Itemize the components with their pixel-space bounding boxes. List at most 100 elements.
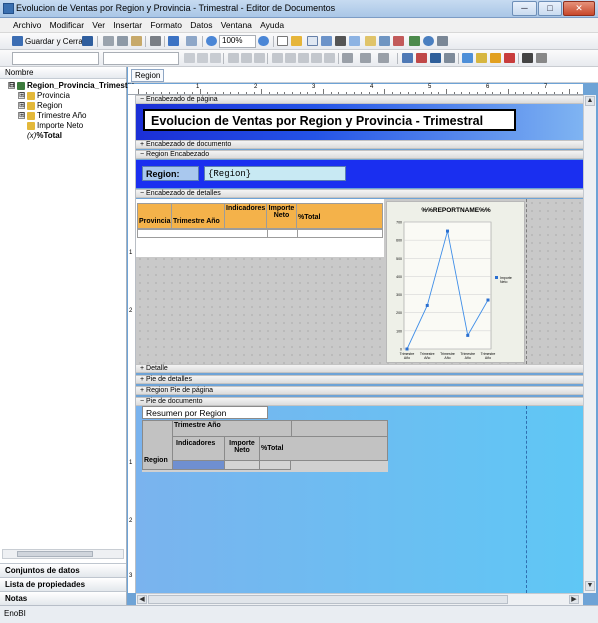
summary-cell[interactable] <box>259 460 291 470</box>
align-grid-icon[interactable] <box>536 53 547 63</box>
hscroll-thumb[interactable] <box>148 595 508 604</box>
tree-item-trimestre[interactable]: ⊞ Trimestre Año <box>18 111 87 121</box>
band-region-header[interactable]: − Region Encabezado <box>136 150 583 159</box>
paste-icon[interactable] <box>131 36 142 46</box>
summary-title[interactable]: Resumen por Region <box>142 406 268 419</box>
header-trimestre[interactable]: Trimestre Año <box>171 203 225 229</box>
copy-icon[interactable] <box>117 36 128 46</box>
pointer-icon[interactable] <box>277 36 288 46</box>
datasets-button[interactable]: Conjuntos de datos <box>0 563 126 577</box>
collapse-icon[interactable]: ⊟ <box>8 82 15 90</box>
currency-icon[interactable] <box>272 53 283 63</box>
header-indicadores[interactable]: Indicadores <box>224 203 267 229</box>
menu-ventana[interactable]: Ventana <box>218 18 255 32</box>
format-painter-icon[interactable] <box>490 53 501 63</box>
minimize-button[interactable]: ─ <box>512 1 537 16</box>
summary-total-header[interactable]: %Total <box>259 436 388 461</box>
report-title[interactable]: Evolucion de Ventas por Region y Provinc… <box>143 109 516 131</box>
crosstab-icon[interactable] <box>379 36 390 46</box>
scroll-right-icon[interactable]: ▶ <box>569 595 579 604</box>
save-close-button[interactable]: Guardar y Cerrar <box>25 37 85 46</box>
menu-datos[interactable]: Datos <box>187 18 215 32</box>
summary-region-header[interactable]: Region <box>142 420 173 470</box>
menu-insertar[interactable]: Insertar <box>110 18 145 32</box>
tree-item-provincia[interactable]: ⊞ Provincia <box>18 91 70 101</box>
align-left-icon[interactable] <box>228 53 239 63</box>
border-icon[interactable] <box>378 53 389 63</box>
summary-cell[interactable] <box>224 460 260 470</box>
style-select[interactable] <box>12 52 99 65</box>
band-doc-footer[interactable]: − Pie de documento <box>136 397 583 406</box>
shape-icon[interactable] <box>349 36 360 46</box>
left-panel-scrollbar[interactable] <box>2 549 124 559</box>
expand-icon[interactable]: ⊞ <box>18 92 25 100</box>
image-icon[interactable] <box>321 36 332 46</box>
scroll-left-icon[interactable]: ◀ <box>137 595 147 604</box>
italic-icon[interactable] <box>197 53 208 63</box>
scroll-up-icon[interactable]: ▲ <box>585 96 595 106</box>
expand-icon[interactable]: ⊞ <box>18 112 25 120</box>
expand-icon[interactable]: ⊞ <box>18 102 25 110</box>
maximize-button[interactable]: □ <box>538 1 562 16</box>
save-icon[interactable] <box>82 36 93 46</box>
barcode-icon[interactable] <box>409 36 420 46</box>
band-details-footer[interactable]: + Pie de detalles <box>136 375 583 384</box>
increase-decimals-icon[interactable] <box>311 53 322 63</box>
chart-icon[interactable] <box>393 36 404 46</box>
lock-icon[interactable] <box>291 36 302 46</box>
percent-icon[interactable] <box>285 53 296 63</box>
align-center-icon[interactable] <box>241 53 252 63</box>
property-list-button[interactable]: Lista de propiedades <box>0 577 126 591</box>
properties-icon[interactable] <box>462 53 473 63</box>
tree-item-total[interactable]: (x)%Total <box>27 131 62 141</box>
band-region-footer[interactable]: + Region Pie de página <box>136 386 583 395</box>
scroll-thumb[interactable] <box>17 551 93 557</box>
summary-indicadores-header[interactable]: Indicadores <box>172 436 225 461</box>
band-detail[interactable]: + Detalle <box>136 364 583 373</box>
summary-crosstab[interactable]: Region Trimestre Año Indicadores Importe… <box>142 420 388 472</box>
delete-icon[interactable] <box>150 36 161 46</box>
undo-icon[interactable] <box>168 36 179 46</box>
details-data-row[interactable] <box>137 229 383 238</box>
header-importe[interactable]: Importe Neto <box>266 203 297 229</box>
summary-importe-header[interactable]: Importe Neto <box>224 436 260 461</box>
underline-icon[interactable] <box>210 53 221 63</box>
band-doc-header[interactable]: + Encabezado de documento <box>136 140 583 149</box>
line-chart[interactable]: %%REPORTNAME%% 0 100 200 300 400 500 600 700 Trim… <box>386 201 525 363</box>
tools-icon[interactable] <box>476 53 487 63</box>
menu-ayuda[interactable]: Ayuda <box>257 18 287 32</box>
scroll-down-icon[interactable]: ▼ <box>585 581 595 591</box>
font-color-icon[interactable] <box>360 53 371 63</box>
summary-selected-cell[interactable] <box>172 460 225 470</box>
zoom-out-icon[interactable] <box>206 36 217 46</box>
vertical-scrollbar[interactable]: ▲ ▼ <box>583 95 596 593</box>
thousands-icon[interactable] <box>298 53 309 63</box>
tree-item-root[interactable]: ⊟ Region_Provincia_Trimestre <box>8 81 135 91</box>
menu-formato[interactable]: Formato <box>147 18 185 32</box>
table-icon[interactable] <box>365 36 376 46</box>
tree-item-region[interactable]: ⊞ Region <box>18 101 62 111</box>
fill-color-icon[interactable] <box>342 53 353 63</box>
region-field[interactable]: {Region} <box>204 166 346 181</box>
menu-archivo[interactable]: Archivo <box>10 18 44 32</box>
textbox-icon[interactable] <box>307 36 318 46</box>
summary-trimestre-header[interactable]: Trimestre Año <box>172 420 292 437</box>
layout-icon[interactable] <box>402 53 413 63</box>
grid-icon[interactable] <box>416 53 427 63</box>
zoom-in-icon[interactable] <box>258 36 269 46</box>
header-provincia[interactable]: Provincia <box>137 203 172 229</box>
snap-icon[interactable] <box>430 53 441 63</box>
cut-icon[interactable] <box>103 36 114 46</box>
more-icon[interactable] <box>437 36 448 46</box>
band-page-header[interactable]: − Encabezado de página <box>136 95 583 104</box>
tab-region[interactable]: Region <box>131 69 165 82</box>
region-label[interactable]: Region: <box>142 166 199 181</box>
menu-ver[interactable]: Ver <box>89 18 108 32</box>
font-select[interactable] <box>103 52 179 65</box>
band-details-header[interactable]: − Encabezado de detalles <box>136 189 583 198</box>
bracket-icon[interactable] <box>522 53 533 63</box>
align-right-icon[interactable] <box>254 53 265 63</box>
horizontal-scrollbar[interactable]: ◀ ▶ <box>136 593 583 605</box>
alert-icon[interactable] <box>504 53 515 63</box>
notes-button[interactable]: Notas <box>0 591 126 605</box>
